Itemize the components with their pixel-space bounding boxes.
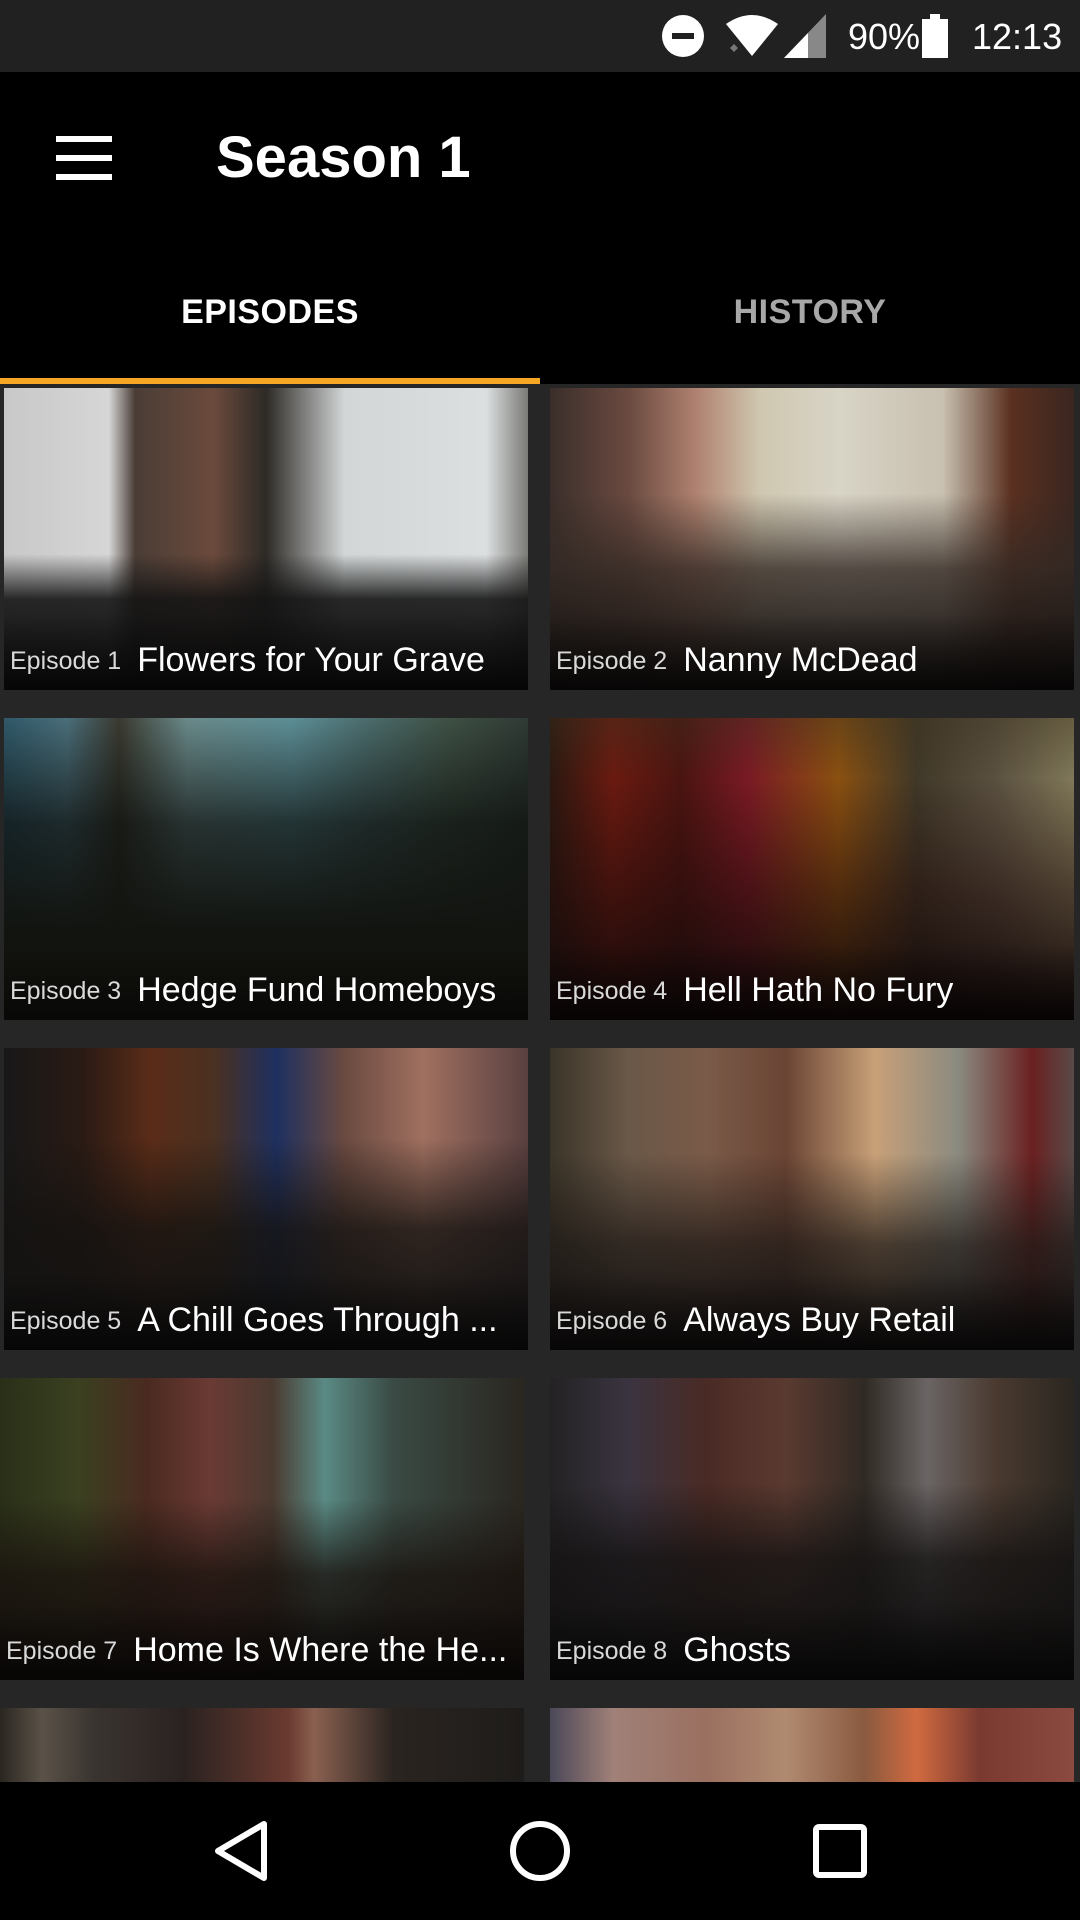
episode-thumbnail: [550, 1708, 1074, 1782]
home-icon[interactable]: [505, 1816, 575, 1886]
episode-title: Always Buy Retail: [683, 1301, 956, 1339]
episode-caption: Episode 3 Hedge Fund Homeboys: [4, 944, 528, 1020]
episode-caption: Episode 2 Nanny McDead: [550, 614, 1074, 690]
back-icon[interactable]: [206, 1816, 276, 1886]
status-bar: 90% 12:13: [0, 0, 1080, 72]
cell-signal-icon: [784, 14, 826, 58]
wifi-icon: [726, 15, 778, 56]
system-navigation-bar: [0, 1782, 1080, 1920]
tab-history[interactable]: HISTORY: [540, 240, 1080, 384]
recents-icon[interactable]: [805, 1816, 875, 1886]
episode-title: Home Is Where the He...: [133, 1631, 508, 1669]
episode-card-3[interactable]: Episode 3 Hedge Fund Homeboys: [4, 718, 528, 1020]
app-bar: Season 1: [0, 72, 1080, 240]
episode-title: A Chill Goes Through ...: [137, 1301, 498, 1339]
hamburger-menu-icon[interactable]: [56, 136, 112, 180]
episode-number: Episode 3: [10, 977, 122, 1005]
episode-number: Episode 7: [6, 1637, 118, 1665]
episode-title: Hell Hath No Fury: [683, 971, 954, 1009]
episode-number: Episode 5: [10, 1307, 122, 1335]
episode-number: Episode 1: [10, 647, 122, 675]
page-title: Season 1: [216, 125, 471, 190]
episode-title: Ghosts: [683, 1631, 791, 1669]
episode-caption: Episode 8 Ghosts: [550, 1604, 1074, 1680]
episode-card-4[interactable]: Episode 4 Hell Hath No Fury: [550, 718, 1074, 1020]
episode-card-1[interactable]: Episode 1 Flowers for Your Grave: [4, 388, 528, 690]
episode-number: Episode 8: [556, 1637, 668, 1665]
episode-title: Hedge Fund Homeboys: [137, 971, 497, 1009]
episode-thumbnail: [0, 1708, 524, 1782]
episode-card-9[interactable]: [0, 1708, 524, 1782]
do-not-disturb-icon: [662, 15, 704, 57]
episode-card-7[interactable]: Episode 7 Home Is Where the He...: [0, 1378, 524, 1680]
episode-caption: Episode 7 Home Is Where the He...: [0, 1604, 524, 1680]
episode-card-2[interactable]: Episode 2 Nanny McDead: [550, 388, 1074, 690]
episode-title: Flowers for Your Grave: [137, 641, 485, 679]
tab-bar: EPISODES HISTORY: [0, 240, 1080, 384]
episode-card-6[interactable]: Episode 6 Always Buy Retail: [550, 1048, 1074, 1350]
episode-title: Nanny McDead: [683, 641, 918, 679]
battery-icon: [922, 14, 948, 58]
episode-caption: Episode 6 Always Buy Retail: [550, 1274, 1074, 1350]
battery-percentage: 90%: [848, 16, 921, 57]
episode-caption: Episode 1 Flowers for Your Grave: [4, 614, 528, 690]
episode-card-10[interactable]: [550, 1708, 1074, 1782]
episode-caption: Episode 5 A Chill Goes Through ...: [4, 1274, 528, 1350]
episode-number: Episode 6: [556, 1307, 668, 1335]
clock: 12:13: [972, 16, 1063, 57]
episode-caption: Episode 4 Hell Hath No Fury: [550, 944, 1074, 1020]
episode-grid: Episode 1 Flowers for Your Grave Episode…: [0, 384, 1080, 1782]
episode-card-8[interactable]: Episode 8 Ghosts: [550, 1378, 1074, 1680]
tab-episodes[interactable]: EPISODES: [0, 240, 540, 384]
episode-number: Episode 4: [556, 977, 668, 1005]
episode-card-5[interactable]: Episode 5 A Chill Goes Through ...: [4, 1048, 528, 1350]
episode-number: Episode 2: [556, 647, 668, 675]
